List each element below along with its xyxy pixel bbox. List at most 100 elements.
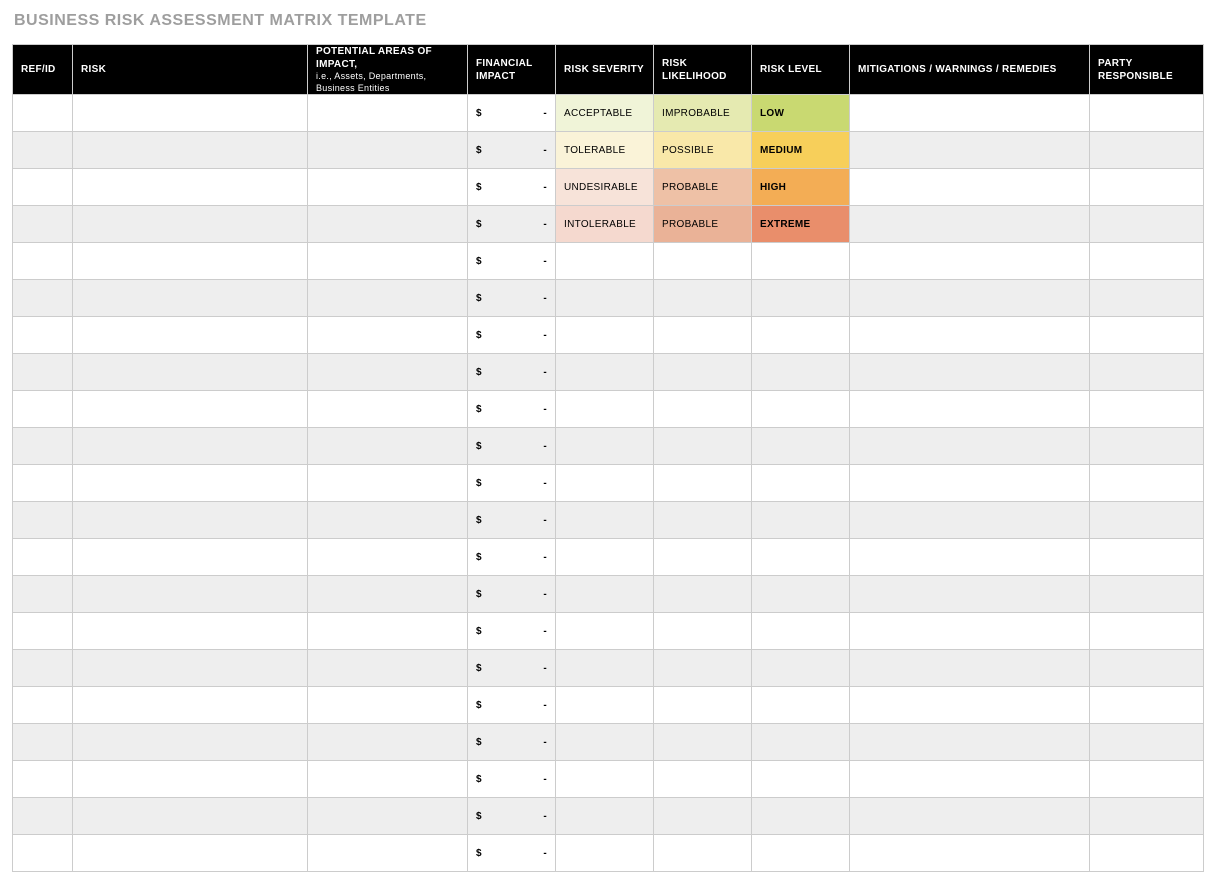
cell-severity[interactable]: [556, 539, 654, 576]
cell-mitigations[interactable]: [850, 687, 1090, 724]
cell-area[interactable]: [308, 243, 468, 280]
cell-likelihood[interactable]: IMPROBABLE: [654, 95, 752, 132]
cell-likelihood[interactable]: [654, 428, 752, 465]
cell-severity[interactable]: [556, 835, 654, 872]
cell-area[interactable]: [308, 317, 468, 354]
cell-ref[interactable]: [13, 95, 73, 132]
cell-ref[interactable]: [13, 835, 73, 872]
cell-mitigations[interactable]: [850, 317, 1090, 354]
cell-severity[interactable]: [556, 724, 654, 761]
cell-mitigations[interactable]: [850, 169, 1090, 206]
cell-level[interactable]: [752, 724, 850, 761]
cell-severity[interactable]: [556, 391, 654, 428]
cell-financial[interactable]: $-: [468, 687, 556, 724]
cell-financial[interactable]: $-: [468, 354, 556, 391]
cell-level[interactable]: MEDIUM: [752, 132, 850, 169]
cell-severity[interactable]: TOLERABLE: [556, 132, 654, 169]
cell-party[interactable]: [1090, 576, 1204, 613]
cell-area[interactable]: [308, 761, 468, 798]
cell-area[interactable]: [308, 428, 468, 465]
cell-area[interactable]: [308, 465, 468, 502]
cell-financial[interactable]: $-: [468, 502, 556, 539]
cell-mitigations[interactable]: [850, 724, 1090, 761]
cell-severity[interactable]: [556, 243, 654, 280]
cell-likelihood[interactable]: [654, 835, 752, 872]
cell-mitigations[interactable]: [850, 465, 1090, 502]
cell-ref[interactable]: [13, 613, 73, 650]
cell-financial[interactable]: $-: [468, 428, 556, 465]
cell-risk[interactable]: [73, 502, 308, 539]
cell-severity[interactable]: [556, 761, 654, 798]
cell-ref[interactable]: [13, 465, 73, 502]
cell-severity[interactable]: ACCEPTABLE: [556, 95, 654, 132]
cell-mitigations[interactable]: [850, 132, 1090, 169]
cell-party[interactable]: [1090, 613, 1204, 650]
cell-severity[interactable]: [556, 280, 654, 317]
cell-area[interactable]: [308, 95, 468, 132]
cell-ref[interactable]: [13, 576, 73, 613]
cell-level[interactable]: [752, 243, 850, 280]
cell-severity[interactable]: INTOLERABLE: [556, 206, 654, 243]
cell-likelihood[interactable]: [654, 539, 752, 576]
cell-area[interactable]: [308, 169, 468, 206]
cell-financial[interactable]: $-: [468, 206, 556, 243]
cell-financial[interactable]: $-: [468, 724, 556, 761]
cell-level[interactable]: [752, 428, 850, 465]
cell-financial[interactable]: $-: [468, 243, 556, 280]
cell-mitigations[interactable]: [850, 650, 1090, 687]
cell-ref[interactable]: [13, 206, 73, 243]
cell-financial[interactable]: $-: [468, 132, 556, 169]
cell-level[interactable]: [752, 835, 850, 872]
cell-risk[interactable]: [73, 465, 308, 502]
cell-ref[interactable]: [13, 502, 73, 539]
cell-level[interactable]: [752, 613, 850, 650]
cell-financial[interactable]: $-: [468, 391, 556, 428]
cell-severity[interactable]: [556, 650, 654, 687]
cell-area[interactable]: [308, 132, 468, 169]
cell-level[interactable]: [752, 576, 850, 613]
cell-ref[interactable]: [13, 724, 73, 761]
cell-mitigations[interactable]: [850, 280, 1090, 317]
cell-financial[interactable]: $-: [468, 576, 556, 613]
cell-mitigations[interactable]: [850, 835, 1090, 872]
cell-likelihood[interactable]: [654, 798, 752, 835]
cell-risk[interactable]: [73, 613, 308, 650]
cell-area[interactable]: [308, 539, 468, 576]
cell-party[interactable]: [1090, 243, 1204, 280]
cell-level[interactable]: [752, 687, 850, 724]
cell-likelihood[interactable]: POSSIBLE: [654, 132, 752, 169]
cell-risk[interactable]: [73, 650, 308, 687]
cell-level[interactable]: HIGH: [752, 169, 850, 206]
cell-level[interactable]: [752, 502, 850, 539]
cell-risk[interactable]: [73, 132, 308, 169]
cell-area[interactable]: [308, 354, 468, 391]
cell-financial[interactable]: $-: [468, 835, 556, 872]
cell-severity[interactable]: [556, 613, 654, 650]
cell-area[interactable]: [308, 687, 468, 724]
cell-risk[interactable]: [73, 761, 308, 798]
cell-level[interactable]: [752, 650, 850, 687]
cell-risk[interactable]: [73, 391, 308, 428]
cell-mitigations[interactable]: [850, 613, 1090, 650]
cell-financial[interactable]: $-: [468, 761, 556, 798]
cell-ref[interactable]: [13, 539, 73, 576]
cell-ref[interactable]: [13, 354, 73, 391]
cell-party[interactable]: [1090, 835, 1204, 872]
cell-area[interactable]: [308, 650, 468, 687]
cell-ref[interactable]: [13, 798, 73, 835]
cell-financial[interactable]: $-: [468, 650, 556, 687]
cell-level[interactable]: [752, 317, 850, 354]
cell-level[interactable]: [752, 280, 850, 317]
cell-mitigations[interactable]: [850, 243, 1090, 280]
cell-party[interactable]: [1090, 206, 1204, 243]
cell-ref[interactable]: [13, 132, 73, 169]
cell-party[interactable]: [1090, 687, 1204, 724]
cell-risk[interactable]: [73, 428, 308, 465]
cell-mitigations[interactable]: [850, 428, 1090, 465]
cell-party[interactable]: [1090, 95, 1204, 132]
cell-level[interactable]: [752, 539, 850, 576]
cell-severity[interactable]: [556, 317, 654, 354]
cell-mitigations[interactable]: [850, 391, 1090, 428]
cell-likelihood[interactable]: PROBABLE: [654, 169, 752, 206]
cell-area[interactable]: [308, 724, 468, 761]
